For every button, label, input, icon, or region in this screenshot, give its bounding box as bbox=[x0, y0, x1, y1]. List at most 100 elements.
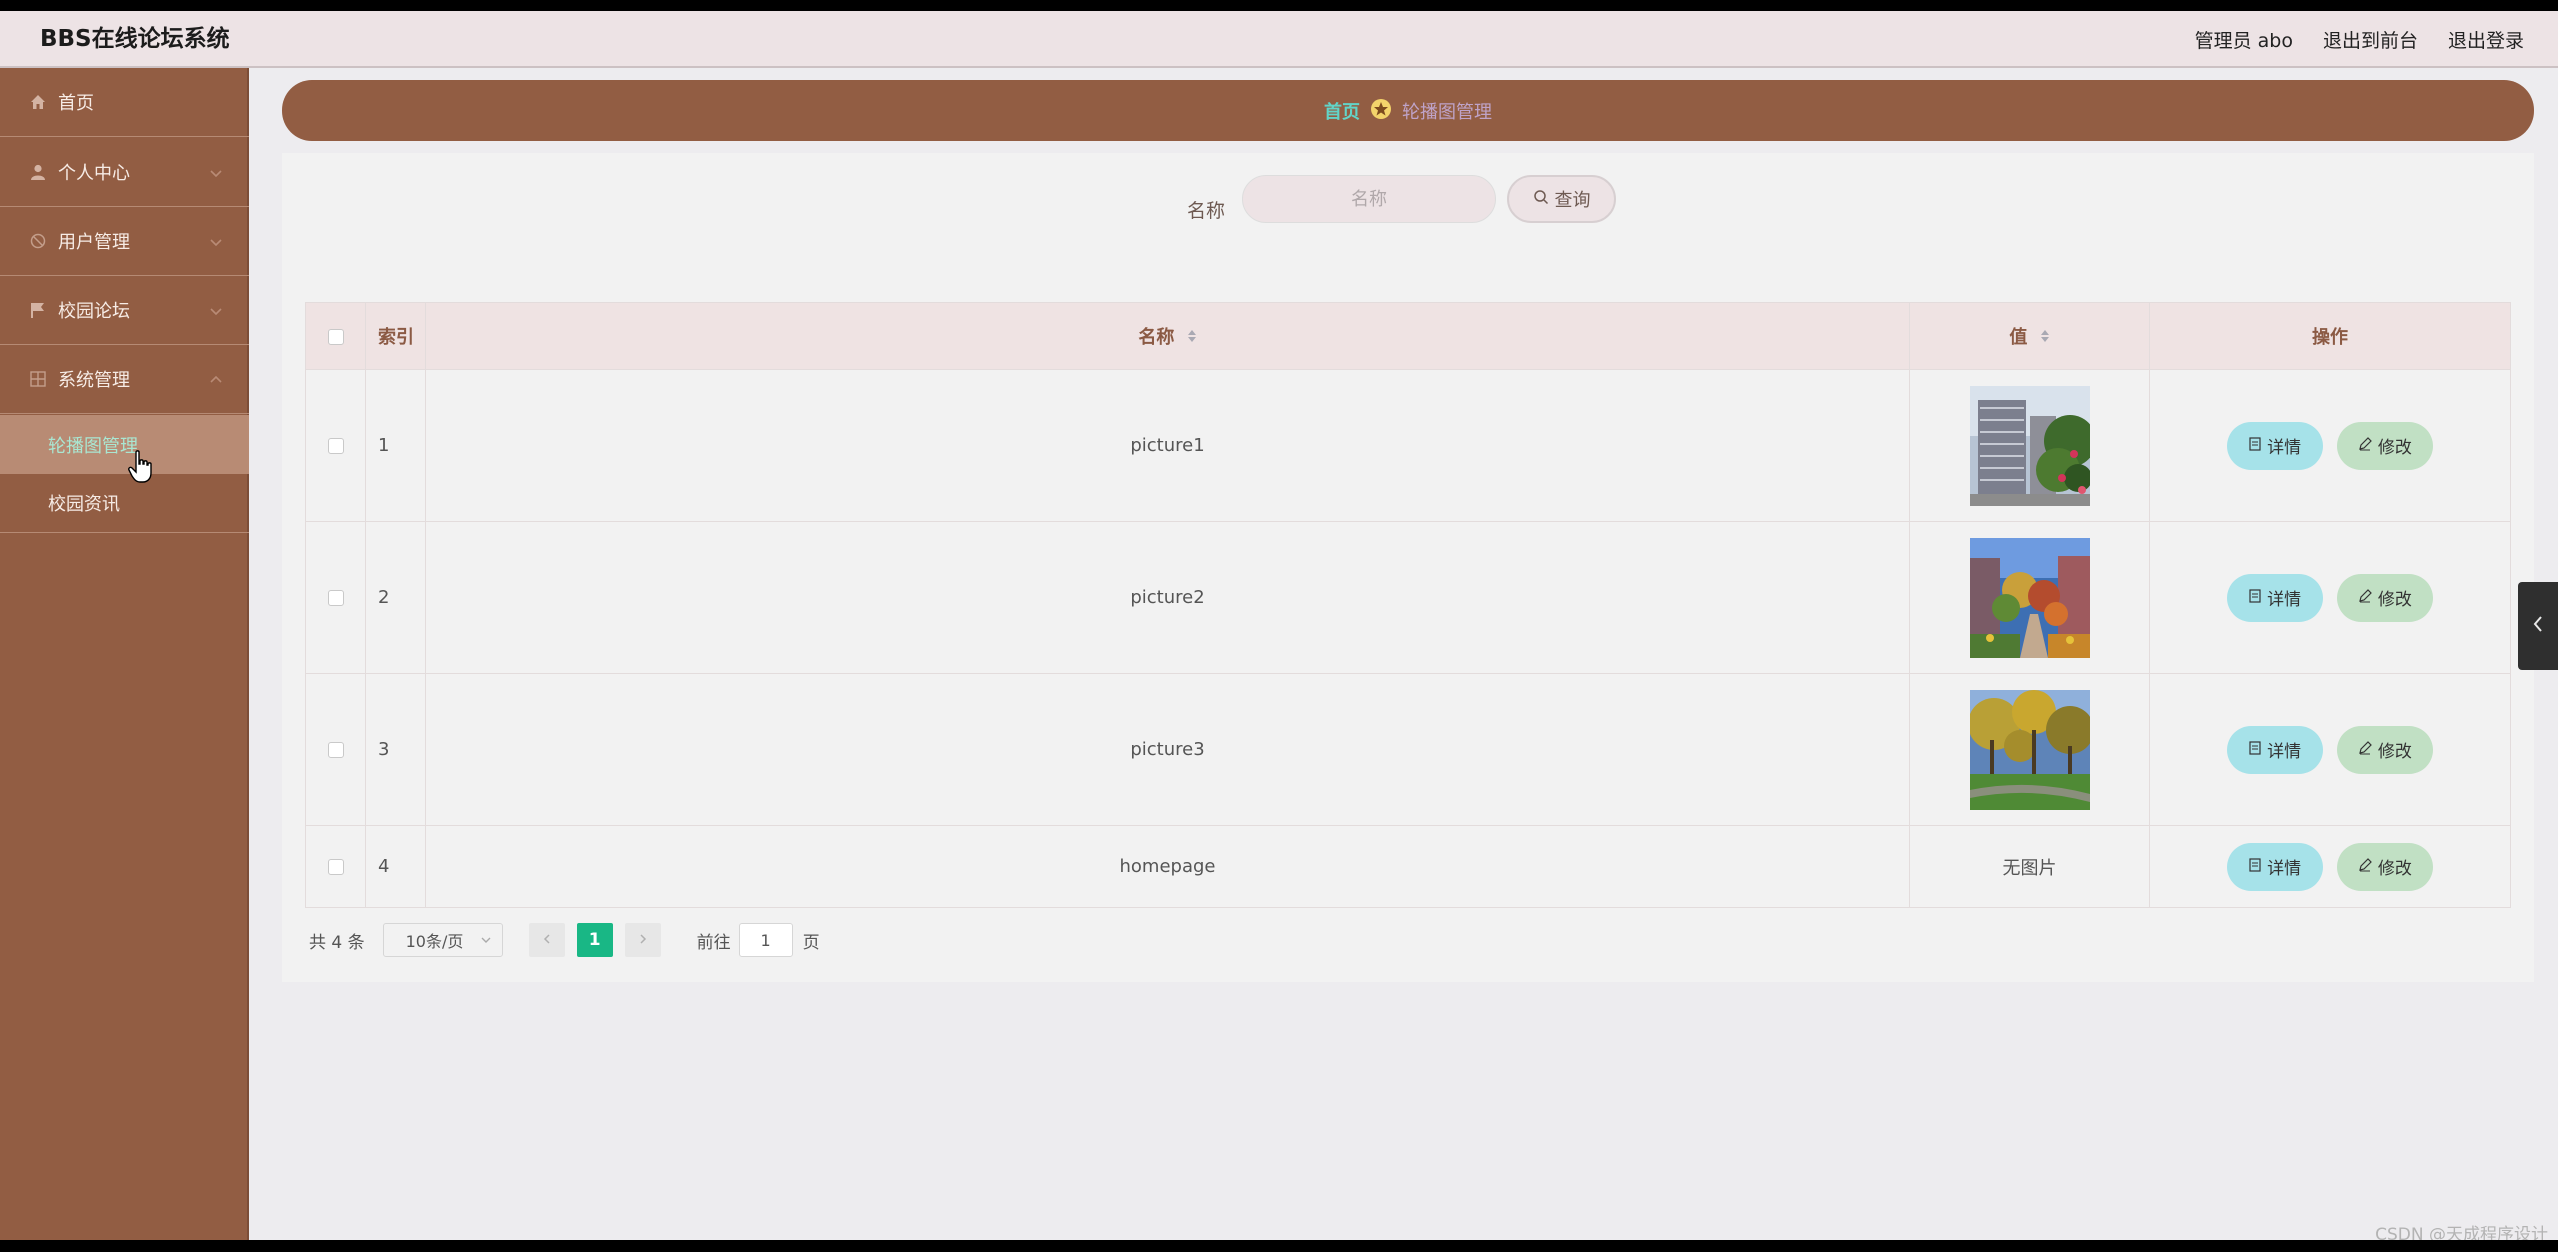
detail-button-label: 详情 bbox=[2267, 438, 2302, 458]
row-value bbox=[1909, 369, 2150, 522]
sidebar-subitem-carousel-management[interactable]: 轮播图管理 bbox=[0, 415, 249, 474]
home-icon bbox=[28, 92, 48, 112]
sidebar-item-user-management[interactable]: 用户管理 bbox=[0, 207, 249, 276]
page-size-value: 10条/页 bbox=[405, 932, 464, 951]
hand-pointer-icon bbox=[128, 450, 152, 483]
chevron-right-icon bbox=[638, 930, 648, 950]
table-row: 1 picture1 详情 修改 bbox=[305, 369, 2511, 522]
edit-button[interactable]: 修改 bbox=[2336, 842, 2433, 891]
goto-page-input[interactable] bbox=[738, 923, 793, 957]
search-label: 名称 bbox=[1187, 200, 1226, 222]
top-letterbox bbox=[0, 0, 2558, 11]
breadcrumb-current: 轮播图管理 bbox=[1402, 101, 1492, 123]
select-all-checkbox[interactable] bbox=[327, 328, 344, 345]
grid-icon bbox=[28, 369, 48, 389]
campus-trees-photo bbox=[1969, 689, 2090, 810]
chevron-left-icon bbox=[542, 930, 552, 950]
header-action: 操作 bbox=[2149, 302, 2511, 370]
document-icon bbox=[2249, 436, 2261, 456]
breadcrumb-home[interactable]: 首页 bbox=[1324, 98, 1360, 124]
row-checkbox[interactable] bbox=[327, 742, 344, 758]
table-row: 3 picture3 详情 修改 bbox=[305, 673, 2511, 826]
header-name-label: 名称 bbox=[1138, 327, 1175, 348]
sidebar-item-system-management[interactable]: 系统管理 bbox=[0, 345, 249, 414]
prev-page-button[interactable] bbox=[528, 923, 565, 957]
row-checkbox[interactable] bbox=[327, 590, 344, 606]
edit-button[interactable]: 修改 bbox=[2336, 421, 2433, 470]
top-header: BBS在线论坛系统 管理员 abo 退出到前台 退出登录 bbox=[0, 11, 2558, 68]
row-index: 1 bbox=[365, 369, 426, 522]
row-no-image-text: 无图片 bbox=[1909, 825, 2150, 908]
sort-icon[interactable] bbox=[2040, 328, 2050, 349]
chevron-down-icon bbox=[209, 303, 223, 317]
row-select-cell bbox=[305, 369, 366, 522]
sidebar-item-campus-forum[interactable]: 校园论坛 bbox=[0, 276, 249, 345]
header-index-label: 索引 bbox=[378, 327, 414, 348]
document-icon bbox=[2249, 857, 2261, 877]
detail-button[interactable]: 详情 bbox=[2227, 725, 2324, 774]
document-icon bbox=[2249, 588, 2261, 608]
detail-button[interactable]: 详情 bbox=[2227, 421, 2324, 470]
pencil-icon bbox=[2358, 857, 2372, 877]
row-actions: 详情 修改 bbox=[2149, 825, 2511, 908]
sidebar-item-home[interactable]: 首页 bbox=[0, 68, 249, 137]
header-action-label: 操作 bbox=[2312, 327, 2348, 348]
sidebar-subitem-label: 校园资讯 bbox=[48, 494, 120, 515]
content-panel: 名称 查询 索引 名称 值 bbox=[282, 153, 2534, 982]
edit-button-label: 修改 bbox=[2377, 438, 2412, 458]
search-button[interactable]: 查询 bbox=[1507, 175, 1616, 223]
table-row: 4 homepage 无图片 详情 修改 bbox=[305, 825, 2511, 908]
exit-to-front-link[interactable]: 退出到前台 bbox=[2323, 26, 2418, 53]
goto-label: 前往 bbox=[696, 932, 731, 953]
campus-garden-photo bbox=[1969, 537, 2090, 658]
goto-unit: 页 bbox=[802, 932, 820, 953]
detail-button-label: 详情 bbox=[2267, 859, 2302, 879]
page-size-select[interactable]: 10条/页 bbox=[382, 923, 503, 957]
header-actions: 管理员 abo 退出到前台 退出登录 bbox=[2195, 11, 2524, 68]
sort-icon[interactable] bbox=[1187, 328, 1197, 349]
header-select-all bbox=[305, 302, 366, 370]
header-index: 索引 bbox=[365, 302, 426, 370]
bottom-letterbox bbox=[0, 1240, 2558, 1252]
side-collapse-tab[interactable] bbox=[2518, 582, 2558, 670]
next-page-button[interactable] bbox=[624, 923, 661, 957]
edit-button-label: 修改 bbox=[2377, 742, 2412, 762]
table-row: 2 picture2 详情 修改 bbox=[305, 521, 2511, 674]
chevron-up-icon bbox=[209, 372, 223, 386]
header-name[interactable]: 名称 bbox=[425, 302, 1910, 370]
flag-icon bbox=[28, 300, 48, 320]
detail-button[interactable]: 详情 bbox=[2227, 842, 2324, 891]
edit-button-label: 修改 bbox=[2377, 590, 2412, 610]
users-icon bbox=[28, 231, 48, 251]
sidebar-subitem-label: 轮播图管理 bbox=[48, 435, 138, 457]
pencil-icon bbox=[2358, 740, 2372, 760]
table-header-row: 索引 名称 值 操作 bbox=[305, 302, 2511, 370]
row-name: picture2 bbox=[425, 521, 1910, 674]
edit-button[interactable]: 修改 bbox=[2336, 725, 2433, 774]
row-actions: 详情 修改 bbox=[2149, 369, 2511, 522]
row-index: 3 bbox=[365, 673, 426, 826]
sidebar-item-label: 校园论坛 bbox=[58, 301, 130, 322]
sidebar-item-personal-center[interactable]: 个人中心 bbox=[0, 138, 249, 207]
sidebar: 首页 个人中心 用户管理 校园论坛 系统管理 轮播图管理 校园资讯 bbox=[0, 68, 249, 1240]
row-value bbox=[1909, 673, 2150, 826]
detail-button-label: 详情 bbox=[2267, 742, 2302, 762]
detail-button[interactable]: 详情 bbox=[2227, 573, 2324, 622]
page-number-current[interactable]: 1 bbox=[576, 923, 613, 957]
edit-button[interactable]: 修改 bbox=[2336, 573, 2433, 622]
header-value-label: 值 bbox=[2009, 327, 2028, 348]
logout-link[interactable]: 退出登录 bbox=[2448, 26, 2524, 53]
app-title: BBS在线论坛系统 bbox=[40, 26, 230, 52]
header-value[interactable]: 值 bbox=[1909, 302, 2150, 370]
sidebar-item-label: 个人中心 bbox=[58, 163, 130, 184]
chevron-down-icon bbox=[209, 165, 223, 179]
search-input[interactable] bbox=[1242, 175, 1496, 223]
row-checkbox[interactable] bbox=[327, 859, 344, 875]
sidebar-item-label: 用户管理 bbox=[58, 232, 130, 253]
edit-button-label: 修改 bbox=[2377, 859, 2412, 879]
row-checkbox[interactable] bbox=[327, 438, 344, 454]
sidebar-subitem-campus-news[interactable]: 校园资讯 bbox=[0, 474, 249, 533]
row-index: 2 bbox=[365, 521, 426, 674]
search-icon bbox=[1533, 189, 1549, 210]
chevron-left-icon bbox=[2531, 614, 2545, 638]
